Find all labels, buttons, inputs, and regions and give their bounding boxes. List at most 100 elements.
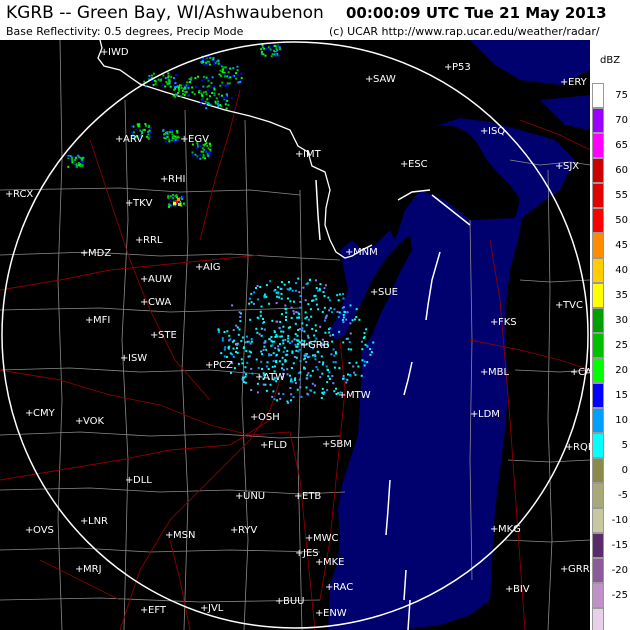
legend-swatch <box>592 608 604 630</box>
city-code: CAD <box>578 367 590 378</box>
city-label-rrl: + RRL <box>135 235 163 246</box>
city-code: OVS <box>33 525 54 536</box>
city-code: DLL <box>133 475 152 486</box>
city-label-sjx: + SJX <box>555 161 579 172</box>
city-label-saw: + SAW <box>365 74 396 85</box>
city-code: JVL <box>207 603 224 614</box>
city-label-mnm: + MNM <box>345 247 378 258</box>
city-code: GRB <box>308 340 330 351</box>
city-label-fks: + FKS <box>490 317 517 328</box>
city-code: ISW <box>128 353 147 364</box>
legend-swatch <box>592 208 604 233</box>
city-code: MKE <box>323 557 345 568</box>
city-code: SJX <box>563 161 579 172</box>
city-code: LDM <box>478 409 500 420</box>
city-label-mke: + MKE <box>315 557 345 568</box>
legend-swatch <box>592 408 604 433</box>
legend-swatch <box>592 508 604 533</box>
city-code: IMT <box>303 149 322 160</box>
city-code: RQB <box>573 442 590 453</box>
city-label-tvc: + TVC <box>555 300 583 311</box>
city-label-arv: + ARV <box>115 134 143 145</box>
city-code: MWC <box>313 533 339 544</box>
legend-label: 75 <box>615 90 628 101</box>
credit-line: (c) UCAR http://www.rap.ucar.edu/weather… <box>329 25 600 38</box>
city-label-msn: + MSN <box>165 530 195 541</box>
city-code: BUU <box>283 596 305 607</box>
city-label-pcz: + PCZ <box>205 360 233 371</box>
city-code: EFT <box>148 605 167 616</box>
city-code: ENW <box>323 608 347 619</box>
city-label-p53: + P53 <box>444 62 471 73</box>
city-label-rcx: + RCX <box>5 189 33 200</box>
city-label-lnr: + LNR <box>80 516 108 527</box>
city-code: ATW <box>263 372 285 383</box>
radar-header: KGRB -- Green Bay, WI/Ashwaubenon 00:00:… <box>0 0 630 40</box>
city-label-isw: + ISW <box>120 353 147 364</box>
legend-swatch <box>592 83 604 108</box>
legend-swatch <box>592 283 604 308</box>
city-label-ryv: + RYV <box>230 525 257 536</box>
city-code: STE <box>158 330 177 341</box>
city-code: P53 <box>452 62 471 73</box>
legend-label: 40 <box>615 265 628 276</box>
radar-viewer: KGRB -- Green Bay, WI/Ashwaubenon 00:00:… <box>0 0 630 630</box>
city-code: ETB <box>302 491 321 502</box>
radar-map[interactable]: + IWD + SAW + P53 + ERY + ARV + EGV + ISQ + RHI + IMT + ESC… <box>0 40 590 630</box>
city-label-sue: + SUE <box>370 287 398 298</box>
city-label-ery: + ERY <box>560 77 588 88</box>
legend-label: 30 <box>615 315 628 326</box>
city-label-ldm: + LDM <box>470 409 500 420</box>
city-label-jvl: + JVL <box>200 603 224 614</box>
legend-swatch <box>592 533 604 558</box>
legend-label: 65 <box>615 140 628 151</box>
legend-label: 5 <box>621 440 628 451</box>
city-code: MDZ <box>88 248 111 259</box>
city-code: RHI <box>168 174 185 185</box>
city-code: ESC <box>408 159 428 170</box>
city-code: ARV <box>123 134 143 145</box>
city-label-sbm: + SBM <box>322 439 352 450</box>
city-label-mrj: + MRJ <box>75 564 102 575</box>
city-label-auw: + AUW <box>140 274 172 285</box>
city-code: ISQ <box>488 126 505 137</box>
city-code: FKS <box>498 317 517 328</box>
legend-label: 10 <box>615 415 628 426</box>
legend-label: 55 <box>615 190 628 201</box>
city-label-atw: + ATW <box>255 372 285 383</box>
city-label-mfi: + MFI <box>85 315 110 326</box>
city-label-grr: + GRR <box>560 564 590 575</box>
city-label-mtw: + MTW <box>338 390 371 401</box>
city-label-aig: + AIG <box>195 262 221 273</box>
legend-unit: dBZ <box>600 55 621 66</box>
legend-swatch <box>592 333 604 358</box>
city-code: CWA <box>148 297 171 308</box>
legend-label: 0 <box>621 465 628 476</box>
city-label-etb: + ETB <box>294 491 321 502</box>
city-label-enw: + ENW <box>315 608 347 619</box>
legend-label: -20 <box>611 565 628 576</box>
legend-swatch <box>592 308 604 333</box>
city-label-mkg: + MKG <box>490 524 521 535</box>
city-code: RRL <box>143 235 163 246</box>
city-label-imt: + IMT <box>295 149 322 160</box>
legend-swatch <box>592 158 604 183</box>
city-code: MBL <box>488 367 509 378</box>
city-code: MKG <box>498 524 521 535</box>
city-label-vok: + VOK <box>75 416 105 427</box>
dbz-legend: dBZ 75 70 65 60 55 50 45 40 35 30 25 20 15 10 5 0 -5 -10-… <box>590 40 630 630</box>
city-code: MTW <box>346 390 371 401</box>
city-label-ovs: + OVS <box>25 525 54 536</box>
city-code: TVC <box>562 300 583 311</box>
city-code: GRR <box>568 564 590 575</box>
city-code: MNM <box>353 247 378 258</box>
city-label-mbl: + MBL <box>480 367 509 378</box>
legend-label: -15 <box>611 540 628 551</box>
legend-label: 50 <box>615 215 628 226</box>
legend-label: -5 <box>618 490 628 501</box>
legend-swatch <box>592 133 604 158</box>
city-label-egv: + EGV <box>180 134 209 145</box>
city-label-biv: + BIV <box>505 584 530 595</box>
legend-swatch <box>592 233 604 258</box>
city-label-ste: + STE <box>150 330 177 341</box>
